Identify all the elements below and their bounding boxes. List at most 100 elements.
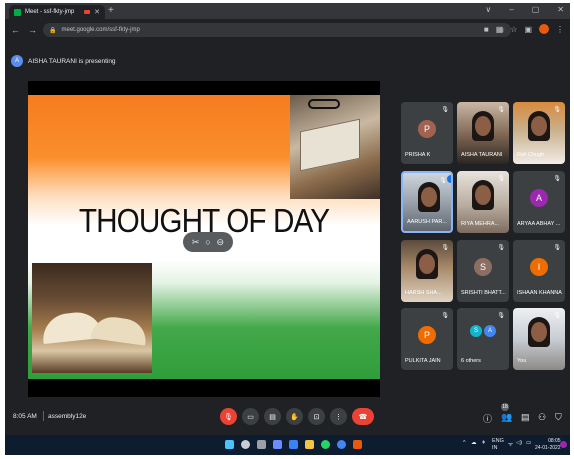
file-explorer-icon[interactable] — [305, 440, 314, 449]
participant-name: ISHAAN KHANNA — [517, 290, 562, 296]
search-icon[interactable] — [241, 440, 250, 449]
mic-off-button[interactable]: 🎙 — [220, 408, 237, 425]
mic-muted-icon: 🎙 — [497, 107, 505, 113]
presenter-avatar: A — [11, 55, 23, 67]
speaking-indicator-icon — [447, 175, 451, 183]
extensions-puzzle-icon[interactable]: ▣ — [524, 25, 532, 34]
clock-date: 24-01-2022 — [535, 445, 561, 451]
windows-taskbar: ^ ☁ ǂ ENG IN ᯤ ◁) ▭ 08:05 24-01-2022 — [5, 435, 570, 455]
camera-indicator-icon[interactable]: ■ — [484, 25, 489, 34]
more-options-button[interactable]: ⋮ — [330, 408, 347, 425]
chrome-icon[interactable] — [337, 440, 346, 449]
presentation-controls-pill[interactable]: ✂ ○ ⊖ — [183, 232, 233, 252]
close-tab-icon[interactable]: ✕ — [94, 8, 100, 16]
maximize-button[interactable]: ▢ — [532, 5, 540, 14]
people-count-badge: 18 — [501, 403, 509, 411]
participant-name: SRISHTI BHATT... — [461, 290, 506, 296]
chat-icon[interactable]: ▤ — [521, 412, 530, 423]
mic-muted-icon: 🎙 — [497, 245, 505, 251]
address-bar[interactable]: 🔒 meet.google.com/ssf-fkty-jmp ☆ — [43, 23, 511, 37]
books-glasses-image — [290, 95, 380, 199]
participant-video-face — [475, 185, 491, 205]
lock-icon: 🔒 — [49, 27, 57, 34]
region-code: IN — [492, 445, 498, 451]
mic-muted-icon: 🎙 — [439, 178, 447, 184]
participant-avatar: A — [484, 325, 496, 337]
unpin-icon[interactable]: ✂ — [192, 237, 200, 248]
volume-icon[interactable]: ◁) — [516, 440, 522, 446]
participant-tile[interactable]: 🎙 AARUSH PAR... — [401, 171, 453, 233]
participant-tile[interactable]: 🎙 AISHA TAURANI — [457, 102, 509, 164]
tab-search-button[interactable]: ∨ — [485, 5, 491, 14]
participant-name: PULKITA JAIN — [405, 358, 441, 364]
participant-tile[interactable]: 🎙 RIYA MEHRA... — [457, 171, 509, 233]
meet-favicon-icon — [14, 8, 21, 16]
window-controls: ∨ – ▢ ✕ — [485, 5, 564, 14]
participant-tile[interactable]: 🎙 Reli Chugh — [513, 102, 565, 164]
participant-tile[interactable]: P 🎙 PRISHA K — [401, 102, 453, 164]
mute-presenter-icon[interactable]: ○ — [205, 237, 210, 247]
presenting-banner: A AISHA TAURANI is presenting — [11, 53, 116, 69]
participant-tile[interactable]: 🎙 HARSH SHA... — [401, 240, 453, 302]
host-controls-icon[interactable]: ⛉ — [555, 412, 562, 423]
camera-button[interactable]: ▭ — [242, 408, 259, 425]
close-window-button[interactable]: ✕ — [557, 5, 564, 14]
tray-arrow-icon[interactable]: ^ — [463, 440, 466, 446]
participant-video-face — [531, 116, 547, 136]
meeting-control-bar: 8:05 AM assembly12e 🎙 ▭ ▤ ✋ ⊡ ⋮ ☎ ⓘ 18 👥… — [5, 401, 570, 435]
teams-icon[interactable] — [289, 440, 298, 449]
clock-time: 08:05 — [548, 438, 561, 444]
participant-name: RIYA MEHRA... — [461, 221, 500, 227]
app-icon[interactable] — [353, 440, 362, 449]
fullscreen-icon[interactable]: ⊖ — [217, 237, 225, 248]
mic-muted-icon: 🎙 — [441, 313, 449, 319]
glasses-shape — [308, 99, 340, 109]
cloud-icon[interactable]: ☁ — [471, 440, 477, 446]
participant-tile[interactable]: S A 🎙 6 others — [457, 308, 509, 370]
participant-avatar: P — [418, 326, 436, 344]
star-icon[interactable]: ☆ — [510, 25, 517, 34]
mic-tray-icon[interactable]: ǂ — [482, 440, 485, 446]
participant-avatar: S — [470, 325, 482, 337]
captions-button[interactable]: ▤ — [264, 408, 281, 425]
info-icon[interactable]: ⓘ — [483, 412, 492, 425]
browser-tab-strip: Meet - ssf-fkty-jmp ✕ + ∨ – ▢ ✕ — [5, 3, 570, 19]
profile-avatar[interactable] — [539, 24, 549, 34]
participant-tile[interactable]: A 🎙 ARYAA ABHAY ... — [513, 171, 565, 233]
language-indicator[interactable]: ENG IN — [492, 438, 504, 452]
people-icon[interactable]: 👥 — [501, 412, 512, 423]
extension-icon[interactable]: ▦ — [496, 25, 504, 34]
task-view-icon[interactable] — [257, 440, 266, 449]
presentation-stage: THOUGHT OF DAY ✂ ○ ⊖ — [28, 81, 380, 397]
widgets-icon[interactable] — [273, 440, 282, 449]
forward-arrow-icon[interactable]: → — [28, 25, 37, 35]
whatsapp-icon[interactable] — [321, 440, 330, 449]
present-button[interactable]: ⊡ — [308, 408, 325, 425]
participant-tile[interactable]: I 🎙 ISHAAN KHANNA — [513, 240, 565, 302]
mic-muted-icon: 🎙 — [441, 245, 449, 251]
participant-video-face — [421, 187, 437, 207]
browser-tab[interactable]: Meet - ssf-fkty-jmp ✕ — [9, 5, 105, 19]
start-icon[interactable] — [225, 440, 234, 449]
leave-call-button[interactable]: ☎ — [352, 408, 374, 425]
open-books-image — [32, 263, 152, 373]
participant-tile[interactable]: 🎙 You — [513, 308, 565, 370]
raise-hand-button[interactable]: ✋ — [286, 408, 303, 425]
book-page-right — [90, 314, 149, 346]
back-arrow-icon[interactable]: ← — [11, 25, 20, 35]
activities-icon[interactable]: ⚇ — [538, 412, 546, 423]
system-clock[interactable]: 08:05 24-01-2022 — [535, 438, 561, 452]
tab-title: Meet - ssf-fkty-jmp — [25, 9, 75, 15]
minimize-button[interactable]: – — [509, 5, 513, 14]
wifi-icon[interactable]: ᯤ — [508, 440, 513, 448]
notification-icon[interactable] — [560, 441, 567, 448]
menu-kebab-icon[interactable]: ⋮ — [556, 25, 564, 34]
participant-name: HARSH SHA... — [405, 290, 442, 296]
participant-tile[interactable]: S 🎙 SRISHTI BHATT... — [457, 240, 509, 302]
presenting-text: AISHA TAURANI is presenting — [28, 57, 116, 65]
participant-avatar: S — [474, 258, 492, 276]
battery-icon[interactable]: ▭ — [526, 440, 531, 446]
participant-avatar: I — [530, 258, 548, 276]
participant-tile[interactable]: P 🎙 PULKITA JAIN — [401, 308, 453, 370]
new-tab-button[interactable]: + — [108, 5, 114, 16]
